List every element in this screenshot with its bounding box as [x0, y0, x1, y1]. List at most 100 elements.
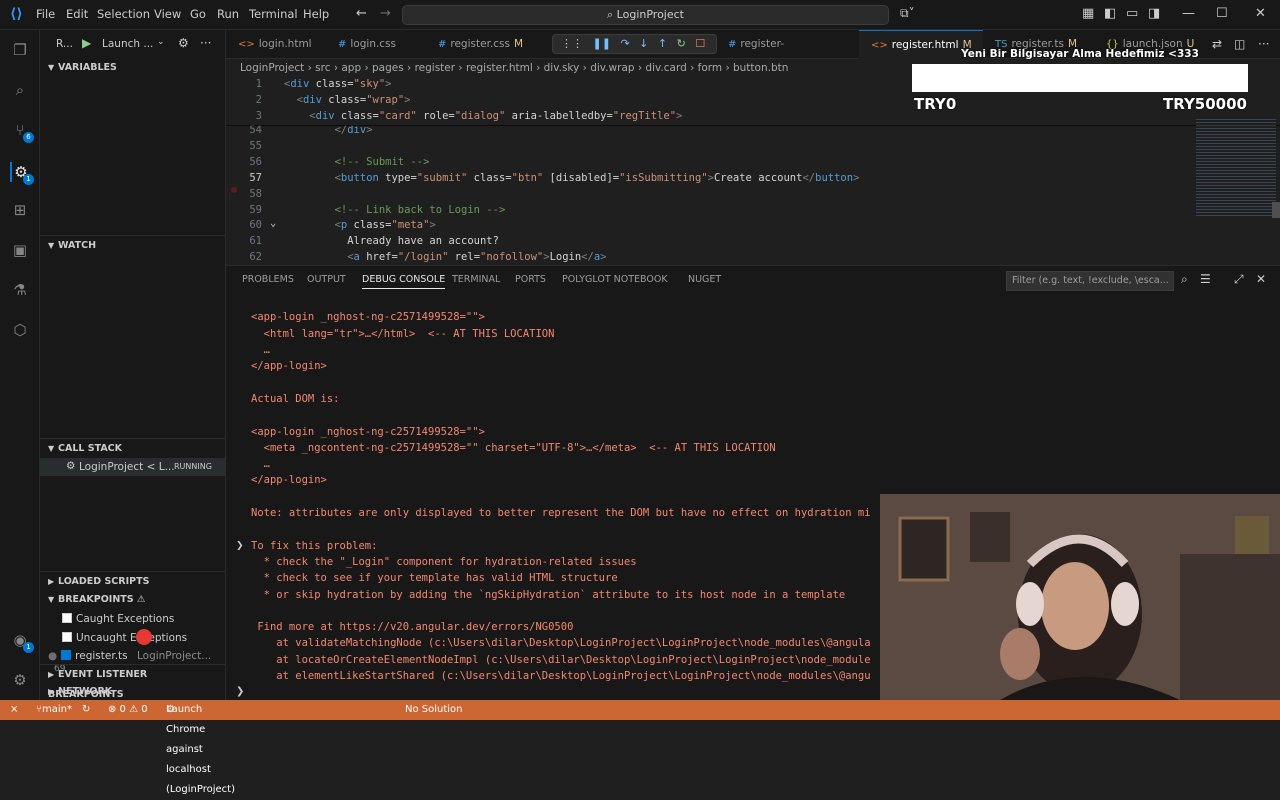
clear-console-icon[interactable]: ☰ [1200, 272, 1211, 286]
code-line[interactable]: <a href="/login" rel="nofollow">Login</a… [284, 251, 606, 263]
scrollbar-thumb[interactable] [1272, 202, 1280, 218]
extensions-icon[interactable]: ⊞ [10, 200, 30, 220]
tab-register-successful-css[interactable]: #register-successful.css [716, 30, 856, 79]
fold-chevron-icon[interactable]: ⌄ [270, 217, 276, 229]
breadcrumb-item[interactable]: LoginProject [240, 62, 304, 74]
source-control-icon[interactable]: ⑂ 6 [10, 120, 34, 143]
tab-polyglot-notebook[interactable]: POLYGLOT NOTEBOOK [562, 274, 668, 285]
testing-icon[interactable]: ⚗ [10, 280, 30, 300]
stop-icon[interactable]: ☐ [695, 37, 705, 50]
console-prompt-icon[interactable]: ❯ [236, 686, 244, 697]
chevron-down-icon[interactable]: ⌄ [157, 37, 165, 47]
containers-icon[interactable]: ⬡ [10, 320, 30, 340]
start-debugging-icon[interactable]: ▶ [82, 36, 91, 50]
watch-section[interactable]: ▼ WATCH [40, 235, 226, 255]
pause-icon[interactable]: ❚❚ [593, 37, 611, 50]
breadcrumb-item[interactable]: div.wrap [590, 62, 634, 74]
checkbox[interactable] [61, 650, 72, 660]
expand-chevron-icon[interactable]: ❯ [236, 541, 244, 551]
tab-nuget[interactable]: NUGET [688, 274, 721, 285]
restart-icon[interactable]: ↻ [677, 37, 686, 50]
back-arrow-icon[interactable]: ← [356, 6, 367, 21]
copilot-icon[interactable]: ⧉˅ [900, 6, 915, 21]
breadcrumb-item[interactable]: button.btn [733, 62, 788, 74]
code-line[interactable]: <p class="meta"> [284, 219, 436, 231]
code-line[interactable]: <div class="sky"> [284, 78, 392, 90]
step-out-icon[interactable]: ↑ [658, 37, 667, 50]
minimize-icon[interactable]: — [1182, 6, 1195, 21]
account-icon[interactable]: ◉ 1 [10, 630, 34, 653]
checkbox[interactable] [62, 613, 72, 623]
toggle-sidebar-icon[interactable]: ◧ [1104, 6, 1116, 21]
breadcrumb-item[interactable]: app [341, 62, 361, 74]
maximize-panel-icon[interactable]: ⤢ [1234, 272, 1244, 287]
menu-terminal[interactable]: Terminal [249, 7, 298, 21]
step-into-icon[interactable]: ↓ [639, 37, 648, 50]
code-line[interactable]: <!-- Link back to Login --> [284, 204, 506, 216]
code-line[interactable]: Already have an account? [284, 235, 499, 247]
tab-terminal[interactable]: TERMINAL [452, 274, 500, 285]
maximize-icon[interactable]: ☐ [1216, 6, 1228, 21]
checkbox[interactable] [62, 632, 72, 642]
breakpoints-section[interactable]: ▼ BREAKPOINTS ⚠ [40, 590, 226, 610]
minimap[interactable] [1196, 117, 1276, 217]
breadcrumb-item[interactable]: div.card [645, 62, 686, 74]
call-stack-section[interactable]: ▼ CALL STACK [40, 438, 226, 458]
layout-customize-icon[interactable]: ▦ [1082, 6, 1094, 21]
forward-arrow-icon[interactable]: → [380, 6, 391, 21]
drag-handle-icon[interactable]: ⋮⋮ [561, 37, 583, 50]
remote-explorer-icon[interactable]: ▣ [10, 240, 30, 260]
menu-help[interactable]: Help [303, 7, 329, 21]
event-listener-section[interactable]: ▶ EVENT LISTENER BREAKPOINTS [40, 664, 226, 700]
manage-gear-icon[interactable]: ⚙ [10, 670, 30, 690]
breadcrumb-item[interactable]: form [698, 62, 722, 74]
remote-icon[interactable]: ⨯ [10, 700, 18, 720]
console-filter-input[interactable]: Filter (e.g. text, !exclude, \esca... [1006, 271, 1174, 291]
search-icon[interactable]: ⌕ [1181, 272, 1188, 287]
sync-icon[interactable]: ↻ [82, 700, 90, 720]
gear-icon[interactable]: ⚙ [178, 36, 189, 50]
breadcrumb-item[interactable]: src [315, 62, 330, 74]
solution-indicator[interactable]: No Solution [405, 700, 463, 720]
variables-section[interactable]: ▼ VARIABLES [40, 58, 226, 78]
close-panel-icon[interactable]: ✕ [1256, 272, 1266, 286]
code-line[interactable]: <div class="wrap"> [284, 94, 411, 106]
code-line[interactable]: <div class="card" role="dialog" aria-lab… [284, 110, 682, 122]
branch-indicator[interactable]: ⑂ main* [36, 700, 72, 720]
menu-edit[interactable]: Edit [66, 7, 88, 21]
call-stack-item[interactable]: ⚙ LoginProject < L... RUNNING [40, 458, 226, 476]
breakpoint-hint-icon[interactable] [231, 187, 237, 193]
tab-login-html[interactable]: <> login.html [226, 30, 326, 59]
breadcrumb-item[interactable]: pages [372, 62, 404, 74]
explorer-icon[interactable]: ❐ [10, 40, 30, 60]
bp-uncaught-exceptions[interactable]: Uncaught Exceptions [62, 632, 187, 644]
step-over-icon[interactable]: ↷ [620, 37, 629, 50]
menu-selection[interactable]: Selection [97, 7, 150, 21]
problems-indicator[interactable]: ⊗ 0 ⚠ 0 [108, 700, 148, 720]
menu-view[interactable]: View [154, 7, 181, 21]
loaded-scripts-section[interactable]: ▶ LOADED SCRIPTS [40, 571, 226, 591]
more-icon[interactable]: ··· [200, 36, 211, 50]
tab-register-css[interactable]: # register.css M [426, 30, 536, 59]
menu-go[interactable]: Go [190, 7, 206, 21]
tab-debug-console[interactable]: DEBUG CONSOLE [362, 274, 446, 289]
search-icon[interactable]: ⌕ [10, 80, 30, 100]
command-center-search[interactable]: ⌕ LoginProject [402, 5, 889, 25]
debug-floating-toolbar[interactable]: ⋮⋮ ❚❚ ↷ ↓ ↑ ↻ ☐ [552, 34, 717, 54]
launch-config-select[interactable]: Launch ... [102, 38, 153, 50]
toggle-panel-icon[interactable]: ▭ [1126, 6, 1138, 21]
breadcrumb-item[interactable]: register.html [466, 62, 533, 74]
bp-caught-exceptions[interactable]: Caught Exceptions [62, 613, 174, 625]
breadcrumb-item[interactable]: div.sky [544, 62, 580, 74]
toggle-secondary-sidebar-icon[interactable]: ◨ [1148, 6, 1160, 21]
network-section[interactable]: ▶ NETWORK [40, 682, 226, 702]
tab-output[interactable]: OUTPUT [307, 274, 346, 285]
breadcrumb-item[interactable]: register [415, 62, 456, 74]
more-icon[interactable]: ··· [1258, 37, 1269, 51]
tab-login-css[interactable]: # login.css [326, 30, 426, 59]
menu-file[interactable]: File [36, 7, 55, 21]
code-line[interactable]: <button type="submit" class="btn" [disab… [284, 172, 860, 184]
menu-run[interactable]: Run [217, 7, 239, 21]
tab-ports[interactable]: PORTS [515, 274, 546, 285]
run-debug-icon[interactable]: ⚙ 1 [10, 162, 34, 185]
